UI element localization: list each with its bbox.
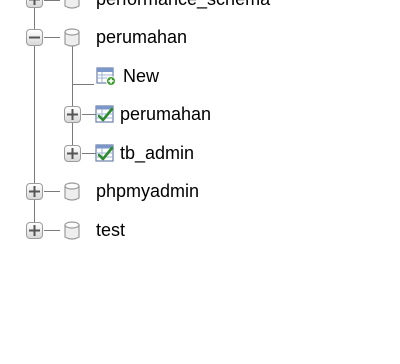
tree-line (44, 0, 60, 1)
table-icon (95, 144, 114, 162)
new-table-link[interactable]: New (123, 66, 159, 86)
database-cylinder-icon (64, 182, 80, 201)
tree-line (82, 153, 96, 154)
database-cylinder-icon (64, 0, 80, 9)
tree-line (44, 191, 60, 192)
tree-line (44, 230, 60, 231)
plus-box-icon[interactable] (26, 183, 43, 200)
table-icon (95, 105, 114, 123)
tree-line (82, 114, 96, 115)
tree-line (72, 84, 94, 85)
database-cylinder-icon (64, 221, 80, 240)
table-label-perumahan[interactable]: perumahan (120, 104, 211, 124)
db-label-test[interactable]: test (96, 220, 125, 240)
plus-box-icon[interactable] (64, 106, 81, 123)
navigation-tree: performance_schema perumahan New perumah… (0, 0, 400, 364)
table-label-tb-admin[interactable]: tb_admin (120, 143, 194, 163)
plus-box-icon[interactable] (26, 222, 43, 239)
tree-line (72, 46, 73, 156)
plus-box-icon[interactable] (64, 145, 81, 162)
db-label-perumahan[interactable]: perumahan (96, 27, 187, 47)
database-cylinder-icon (64, 28, 80, 47)
db-label-performance-schema[interactable]: performance_schema (96, 0, 270, 9)
db-label-phpmyadmin[interactable]: phpmyadmin (96, 181, 199, 201)
minus-box-icon[interactable] (26, 29, 43, 46)
new-table-icon[interactable] (96, 66, 116, 86)
tree-line (44, 37, 60, 38)
plus-box-icon[interactable] (26, 0, 43, 8)
